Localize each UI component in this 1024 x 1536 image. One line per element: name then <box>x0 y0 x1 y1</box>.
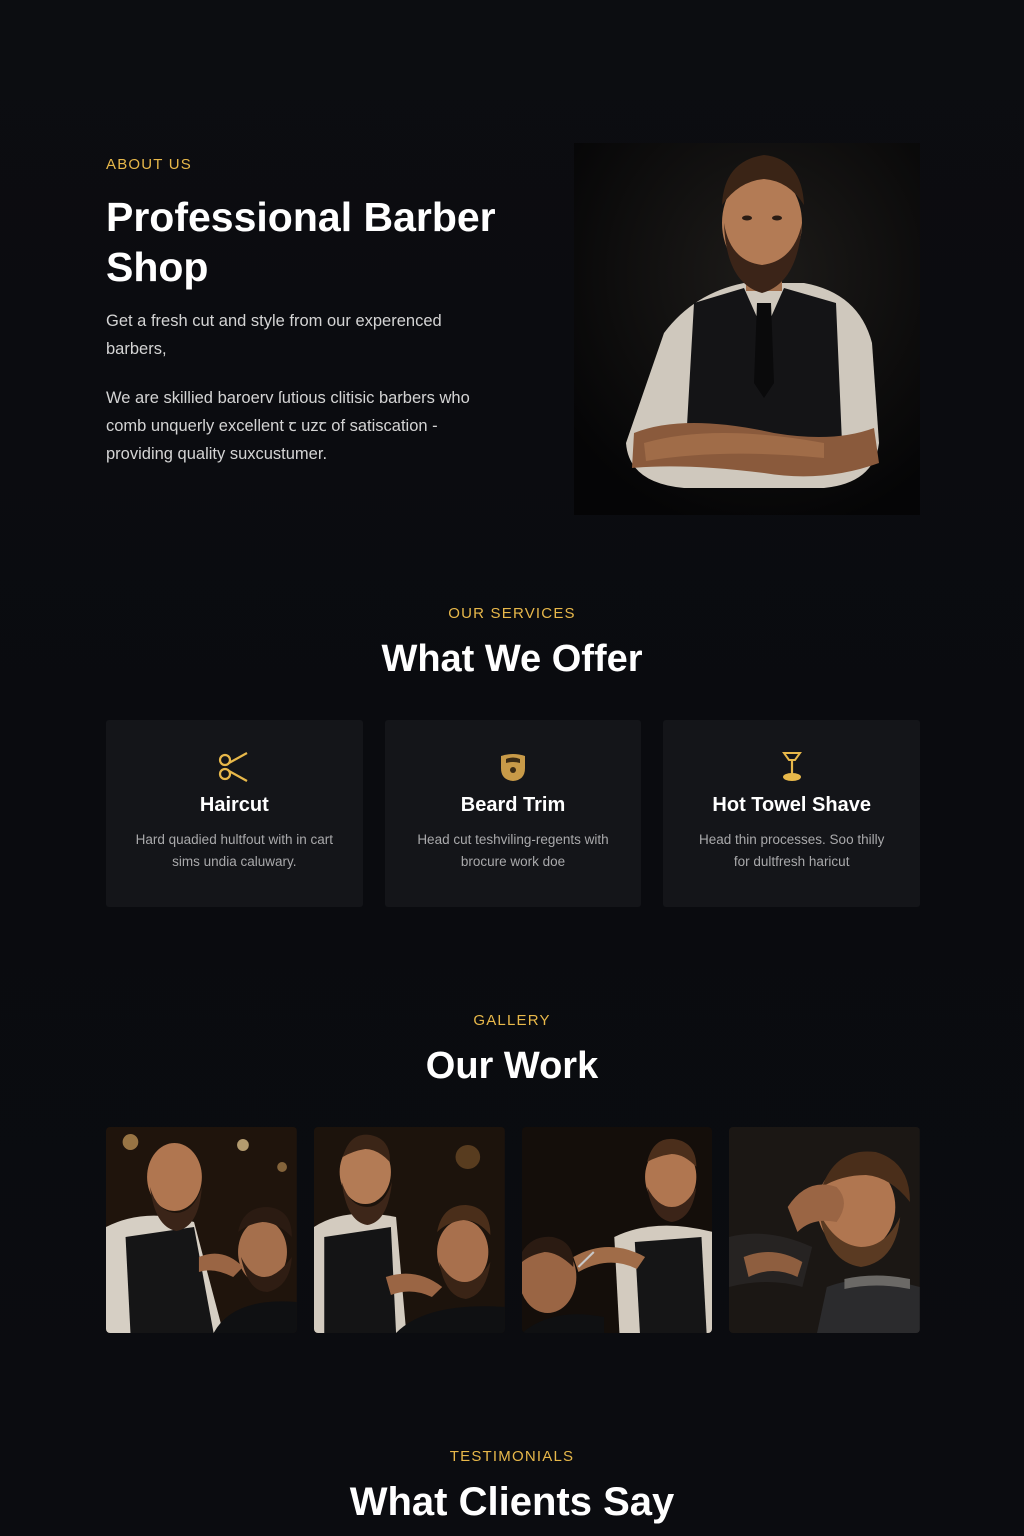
services-header: OUR SERVICES What We Offer <box>0 605 1024 682</box>
gallery-header: GALLERY Our Work <box>0 1012 1024 1089</box>
service-title: Hot Towel Shave <box>712 794 871 816</box>
service-description: Head thin processes. Soo thilly for dult… <box>698 832 885 869</box>
service-card-beard-trim[interactable]: Beard Trim Head cut teshviling-regents w… <box>384 720 642 907</box>
gallery-photo-3[interactable] <box>521 1127 713 1333</box>
services-title: What We Offer <box>381 638 643 680</box>
services-eyebrow: OUR SERVICES <box>448 605 576 622</box>
gallery-eyebrow: GALLERY <box>473 1012 551 1029</box>
page: ABOUT US Professional Barber Shop Get a … <box>0 0 1024 1536</box>
service-title: Beard Trim <box>460 794 566 816</box>
service-description: Hard quadied hultfout with in cart sims … <box>135 832 334 869</box>
about-description: We are skillied baroerv ſutious clitisic… <box>106 389 470 463</box>
testimonials-eyebrow: TESTIMONIALS <box>449 1448 575 1465</box>
about-section: ABOUT US Professional Barber Shop Get a … <box>106 140 920 520</box>
gallery-title: Our Work <box>425 1045 599 1087</box>
scissors-icon <box>219 752 248 782</box>
testimonials-header: TESTIMONIALS What Clients Say <box>0 1448 1024 1525</box>
about-eyebrow: ABOUT US <box>106 156 193 173</box>
barber-portrait-image <box>574 143 920 515</box>
service-title: Haircut <box>199 794 269 816</box>
service-card-haircut[interactable]: Haircut Hard quadied hultfout with in ca… <box>106 720 363 907</box>
about-title: Professional Barber Shop <box>106 194 496 290</box>
testimonials-title: What Clients Say <box>349 1480 675 1524</box>
service-description: Head cut teshviling-regents with brocure… <box>417 832 609 869</box>
service-card-hot-towel-shave[interactable]: Hot Towel Shave Head thin processes. Soo… <box>663 720 921 907</box>
gallery-photo-1[interactable] <box>106 1127 297 1333</box>
services-list: Haircut Hard quadied hultfout with in ca… <box>106 720 921 907</box>
gallery-grid <box>106 1127 920 1333</box>
gallery-photo-2[interactable] <box>313 1127 505 1333</box>
gallery-photo-4[interactable] <box>729 1127 920 1333</box>
about-intro: Get a fresh cut and style from our exper… <box>106 312 442 358</box>
beard-icon <box>501 754 525 781</box>
razor-icon <box>781 752 802 781</box>
